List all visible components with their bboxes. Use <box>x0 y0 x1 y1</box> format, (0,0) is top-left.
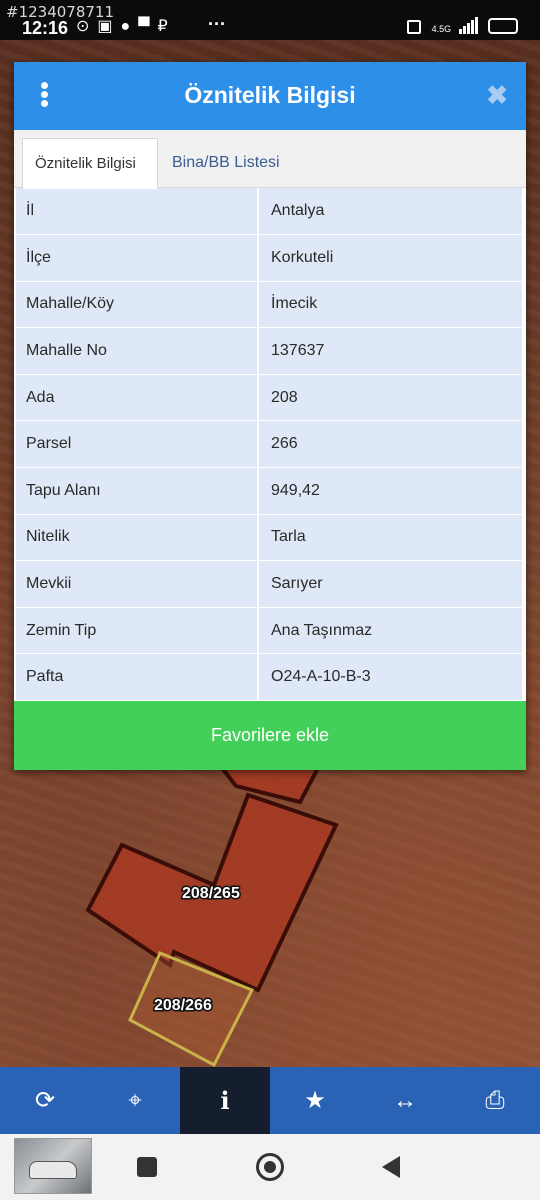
table-row: Ada 208 <box>16 374 522 422</box>
dialog-header: Öznitelik Bilgisi ✖ <box>14 62 526 130</box>
attribute-value: İmecik <box>258 281 522 329</box>
info-button[interactable]: i <box>180 1067 270 1134</box>
system-nav-bar <box>0 1134 540 1200</box>
attribute-key: Mevkii <box>16 560 259 608</box>
notification-icons: ⊙▣●▀₽ <box>76 16 176 36</box>
dialog-title: Öznitelik Bilgisi <box>184 82 356 108</box>
table-row: İl Antalya <box>16 188 522 236</box>
table-row: Pafta O24-A-10-B-3 <box>16 653 522 701</box>
attribute-key: İlçe <box>16 234 259 282</box>
attribute-value: Korkuteli <box>258 234 522 282</box>
close-icon[interactable]: ✖ <box>486 80 508 111</box>
measure-button[interactable]: ↔ <box>360 1067 450 1134</box>
signal-icon <box>458 16 482 34</box>
attribute-key: Mahalle/Köy <box>16 281 259 329</box>
parcel-label-208-266: 208/266 <box>154 997 212 1014</box>
table-row: Mahalle No 137637 <box>16 327 522 375</box>
attribute-value: 266 <box>258 420 522 469</box>
table-row: Zemin Tip Ana Taşınmaz <box>16 607 522 655</box>
alarm-icon: ⊙ <box>76 18 98 35</box>
attribute-value: Antalya <box>258 188 522 236</box>
status-right: 4.5G <box>407 16 518 36</box>
attribute-dialog: Öznitelik Bilgisi ✖ Öznitelik Bilgisi Bi… <box>14 62 526 770</box>
add-to-favorites-button[interactable]: Favorilere ekle <box>14 701 526 770</box>
locate-button[interactable]: ⌖ <box>90 1067 180 1134</box>
attribute-table: İl Antalya İlçe Korkuteli Mahalle/Köy İmecik M… <box>16 188 522 701</box>
more-notifications-icon: ··· <box>208 14 226 34</box>
star-button[interactable]: ★ <box>270 1067 360 1134</box>
locate-icon: ⌖ <box>128 1087 142 1114</box>
attribute-value: 137637 <box>258 327 522 375</box>
table-row: Nitelik Tarla <box>16 514 522 562</box>
print-icon: ⎙ <box>485 1087 505 1114</box>
table-row: Parsel 266 <box>16 420 522 469</box>
p-icon: ₽ <box>157 18 176 35</box>
print-button[interactable]: ⎙ <box>450 1067 540 1134</box>
refresh-button[interactable]: ⟳ <box>0 1067 90 1134</box>
parcel-label-208-265: 208/265 <box>182 885 240 902</box>
measure-icon: ↔ <box>393 1087 417 1114</box>
recents-button[interactable] <box>137 1157 157 1177</box>
bookmark-icon: ▀ <box>138 18 158 35</box>
attribute-key: Zemin Tip <box>16 607 259 655</box>
attribute-key: Parsel <box>16 420 259 469</box>
battery-icon <box>488 18 518 34</box>
parcel-top-partial[interactable] <box>217 766 322 805</box>
attribute-value: Sarıyer <box>258 560 522 608</box>
attribute-value: 208 <box>258 374 522 422</box>
tab-attributes[interactable]: Öznitelik Bilgisi <box>22 138 158 189</box>
table-row: Tapu Alanı 949,42 <box>16 467 522 515</box>
map-toolbar: ⟳ ⌖ i ★ ↔ ⎙ <box>0 1067 540 1134</box>
attribute-value: Ana Taşınmaz <box>258 607 522 655</box>
attribute-key: Mahalle No <box>16 327 259 375</box>
tab-building-list[interactable]: Bina/BB Listesi <box>160 138 292 189</box>
status-time: 12:16 <box>22 18 69 38</box>
table-row: Mevkii Sarıyer <box>16 560 522 608</box>
table-row: Mahalle/Köy İmecik <box>16 281 522 329</box>
recent-app-thumbnail[interactable] <box>14 1138 92 1194</box>
info-icon: i <box>220 1086 230 1115</box>
attribute-value: Tarla <box>258 514 522 562</box>
attribute-key: İl <box>16 188 259 236</box>
attribute-key: Pafta <box>16 653 259 701</box>
attribute-value: 949,42 <box>258 467 522 515</box>
network-label: 4.5G <box>431 24 452 34</box>
table-row: İlçe Korkuteli <box>16 234 522 282</box>
dialog-tabs: Öznitelik Bilgisi Bina/BB Listesi <box>14 130 526 189</box>
status-bar: #1234078711 12:16 ⊙▣●▀₽ ··· 4.5G <box>0 0 540 40</box>
attribute-key: Tapu Alanı <box>16 467 259 515</box>
nfc-icon: ▣ <box>97 18 121 35</box>
attribute-value: O24-A-10-B-3 <box>258 653 522 701</box>
back-button[interactable] <box>382 1156 400 1178</box>
star-icon: ★ <box>304 1087 326 1114</box>
chat-icon: ● <box>120 18 139 35</box>
sim-icon <box>407 20 422 34</box>
home-button[interactable] <box>256 1153 284 1181</box>
attribute-table-wrapper[interactable]: İl Antalya İlçe Korkuteli Mahalle/Köy İmecik M… <box>14 188 526 701</box>
attribute-key: Ada <box>16 374 259 422</box>
attribute-key: Nitelik <box>16 514 259 562</box>
car-image <box>29 1161 77 1179</box>
refresh-icon: ⟳ <box>34 1087 56 1114</box>
